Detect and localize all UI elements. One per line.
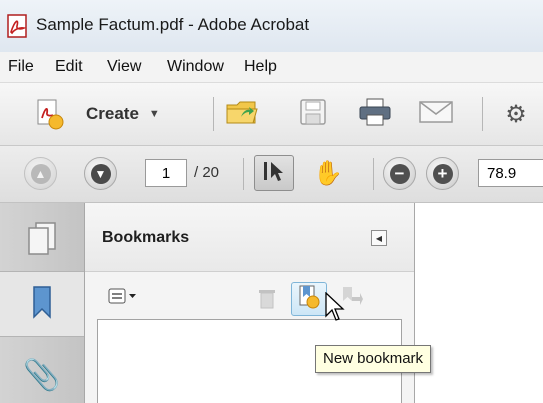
tooltip-text: New bookmark <box>323 350 424 367</box>
mouse-cursor <box>325 291 345 324</box>
toolbar-divider <box>482 97 483 131</box>
bookmark-ribbon-icon <box>29 285 55 324</box>
pages-panel-button[interactable] <box>20 218 64 262</box>
gear-icon: ⚙ <box>505 100 527 128</box>
chevron-down-icon: ▼ <box>148 108 160 120</box>
open-folder-icon <box>225 97 259 132</box>
hand-tool-button[interactable]: ✋ <box>310 156 346 190</box>
attachments-panel-button[interactable]: 📎 <box>20 353 64 397</box>
bookmark-options-icon <box>108 287 138 310</box>
open-button[interactable] <box>222 96 262 132</box>
collapse-panel-icon: ◀ <box>375 233 383 243</box>
zoom-out-icon: − <box>389 163 410 184</box>
document-area[interactable] <box>415 203 543 403</box>
arrow-up-icon: ▲ <box>30 163 51 184</box>
bookmarks-panel: Bookmarks ◀ <box>85 203 415 403</box>
window-title: Sample Factum.pdf - Adobe Acrobat <box>36 15 310 34</box>
toolbar-divider <box>213 97 214 131</box>
zoom-out-button[interactable]: − <box>383 157 416 190</box>
print-icon <box>358 97 392 132</box>
toolbar-divider <box>373 158 374 190</box>
menu-help[interactable]: Help <box>244 58 277 76</box>
new-bookmark-icon <box>297 284 321 315</box>
panel-title: Bookmarks <box>102 229 190 246</box>
zoom-input[interactable] <box>478 159 543 187</box>
navigation-toolbar: ▲ ▼ / 20 ✋ − + <box>0 146 543 203</box>
toolbar-divider <box>243 158 244 190</box>
main-toolbar: Create ▼ ⚙ <box>0 83 543 146</box>
pages-panel-icon <box>27 221 57 260</box>
select-tool-button[interactable] <box>254 155 294 191</box>
email-icon <box>418 99 454 130</box>
collapse-panel-button[interactable]: ◀ <box>371 230 387 246</box>
menu-view[interactable]: View <box>107 58 141 76</box>
arrow-down-icon: ▼ <box>90 163 111 184</box>
select-cursor-icon <box>262 159 286 188</box>
tooltip: New bookmark <box>315 345 432 373</box>
email-button[interactable] <box>415 98 457 130</box>
save-icon <box>299 98 327 131</box>
delete-bookmark-button[interactable] <box>253 285 281 315</box>
previous-page-button[interactable]: ▲ <box>24 157 57 190</box>
next-page-button[interactable]: ▼ <box>84 157 117 190</box>
menu-window[interactable]: Window <box>167 58 224 76</box>
create-button[interactable]: Create ▼ <box>34 97 174 131</box>
bookmark-options-button[interactable] <box>101 285 145 311</box>
create-label: Create <box>86 104 139 123</box>
create-pdf-icon <box>34 98 64 130</box>
menu-edit[interactable]: Edit <box>55 58 83 76</box>
menu-bar: File Edit View Window Help <box>0 52 543 83</box>
title-bar: Sample Factum.pdf - Adobe Acrobat <box>0 0 543 53</box>
zoom-in-icon: + <box>432 163 453 184</box>
bookmarks-panel-header: Bookmarks ◀ <box>85 203 414 272</box>
bookmarks-panel-button[interactable] <box>0 271 84 337</box>
navigation-pane-strip: 📎 <box>0 203 85 403</box>
acrobat-icon <box>7 14 29 38</box>
paperclip-icon: 📎 <box>23 358 61 392</box>
print-button[interactable] <box>355 97 395 131</box>
new-bookmark-button[interactable] <box>291 282 327 316</box>
hand-tool-icon: ✋ <box>313 159 343 187</box>
zoom-in-button[interactable]: + <box>426 157 459 190</box>
trash-icon <box>258 287 276 314</box>
settings-button[interactable]: ⚙ <box>500 98 532 130</box>
menu-file[interactable]: File <box>8 58 34 76</box>
page-total: / 20 <box>194 164 220 181</box>
save-button[interactable] <box>296 98 330 130</box>
page-number-input[interactable] <box>145 159 187 187</box>
